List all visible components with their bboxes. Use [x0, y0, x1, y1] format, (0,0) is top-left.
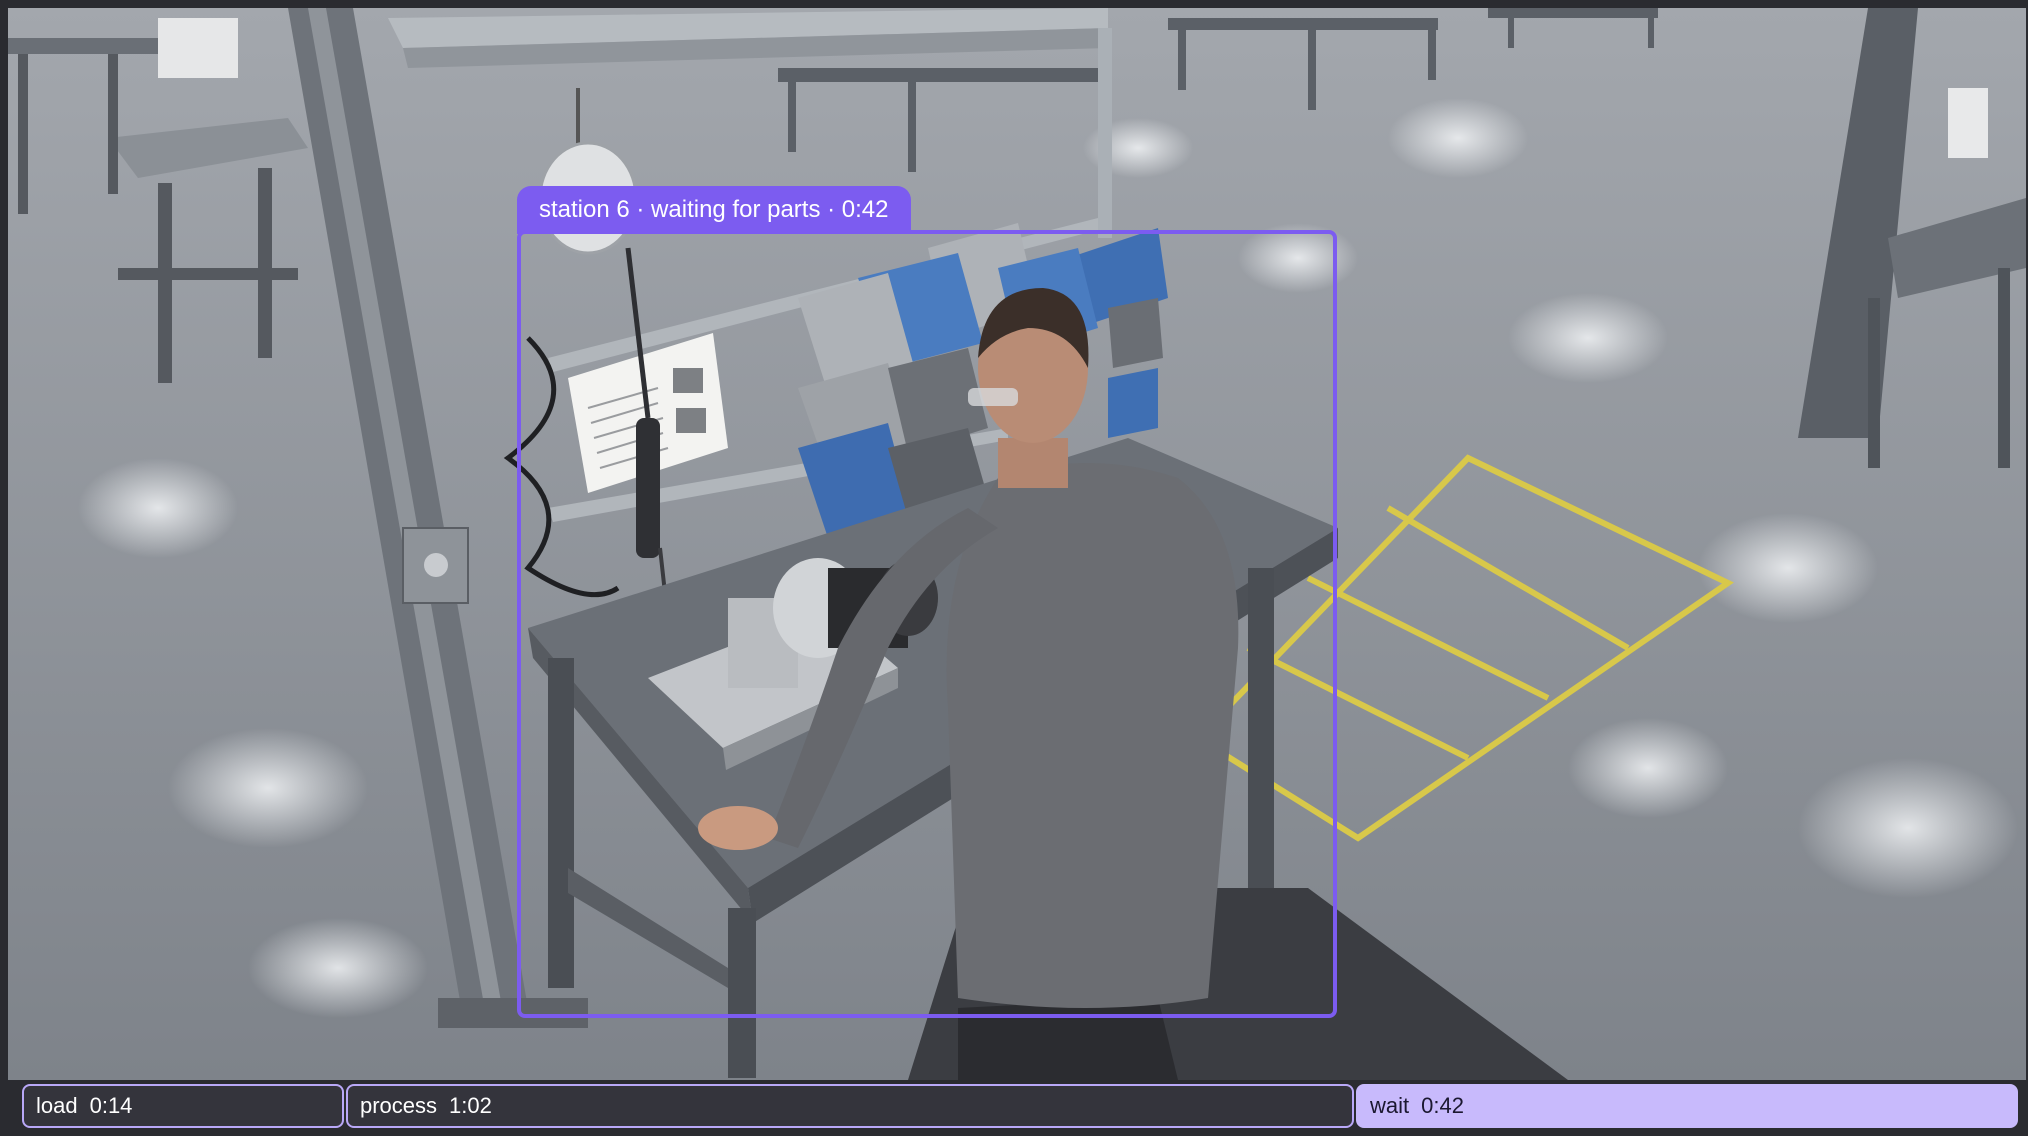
segment-label: process [360, 1093, 438, 1118]
segment-time: 1:02 [449, 1093, 492, 1118]
camera-frame: station 6 · waiting for parts · 0:42 loa… [0, 0, 2028, 1136]
segment-time: 0:14 [89, 1093, 133, 1118]
timeline-segment-process[interactable]: process 1:02 [346, 1084, 1354, 1128]
camera-feed [8, 8, 2026, 1080]
segment-time: 0:42 [1421, 1093, 1464, 1118]
factory-scene [8, 8, 2026, 1080]
timeline-segment-load[interactable]: load 0:14 [22, 1084, 344, 1128]
timeline-segment-wait[interactable]: wait 0:42 [1356, 1084, 2018, 1128]
segment-label: load [36, 1093, 78, 1118]
activity-timeline: load 0:14 process 1:02 wait 0:42 [0, 1080, 2028, 1136]
segment-label: wait [1370, 1093, 1410, 1118]
detection-label: station 6 · waiting for parts · 0:42 [517, 186, 911, 234]
